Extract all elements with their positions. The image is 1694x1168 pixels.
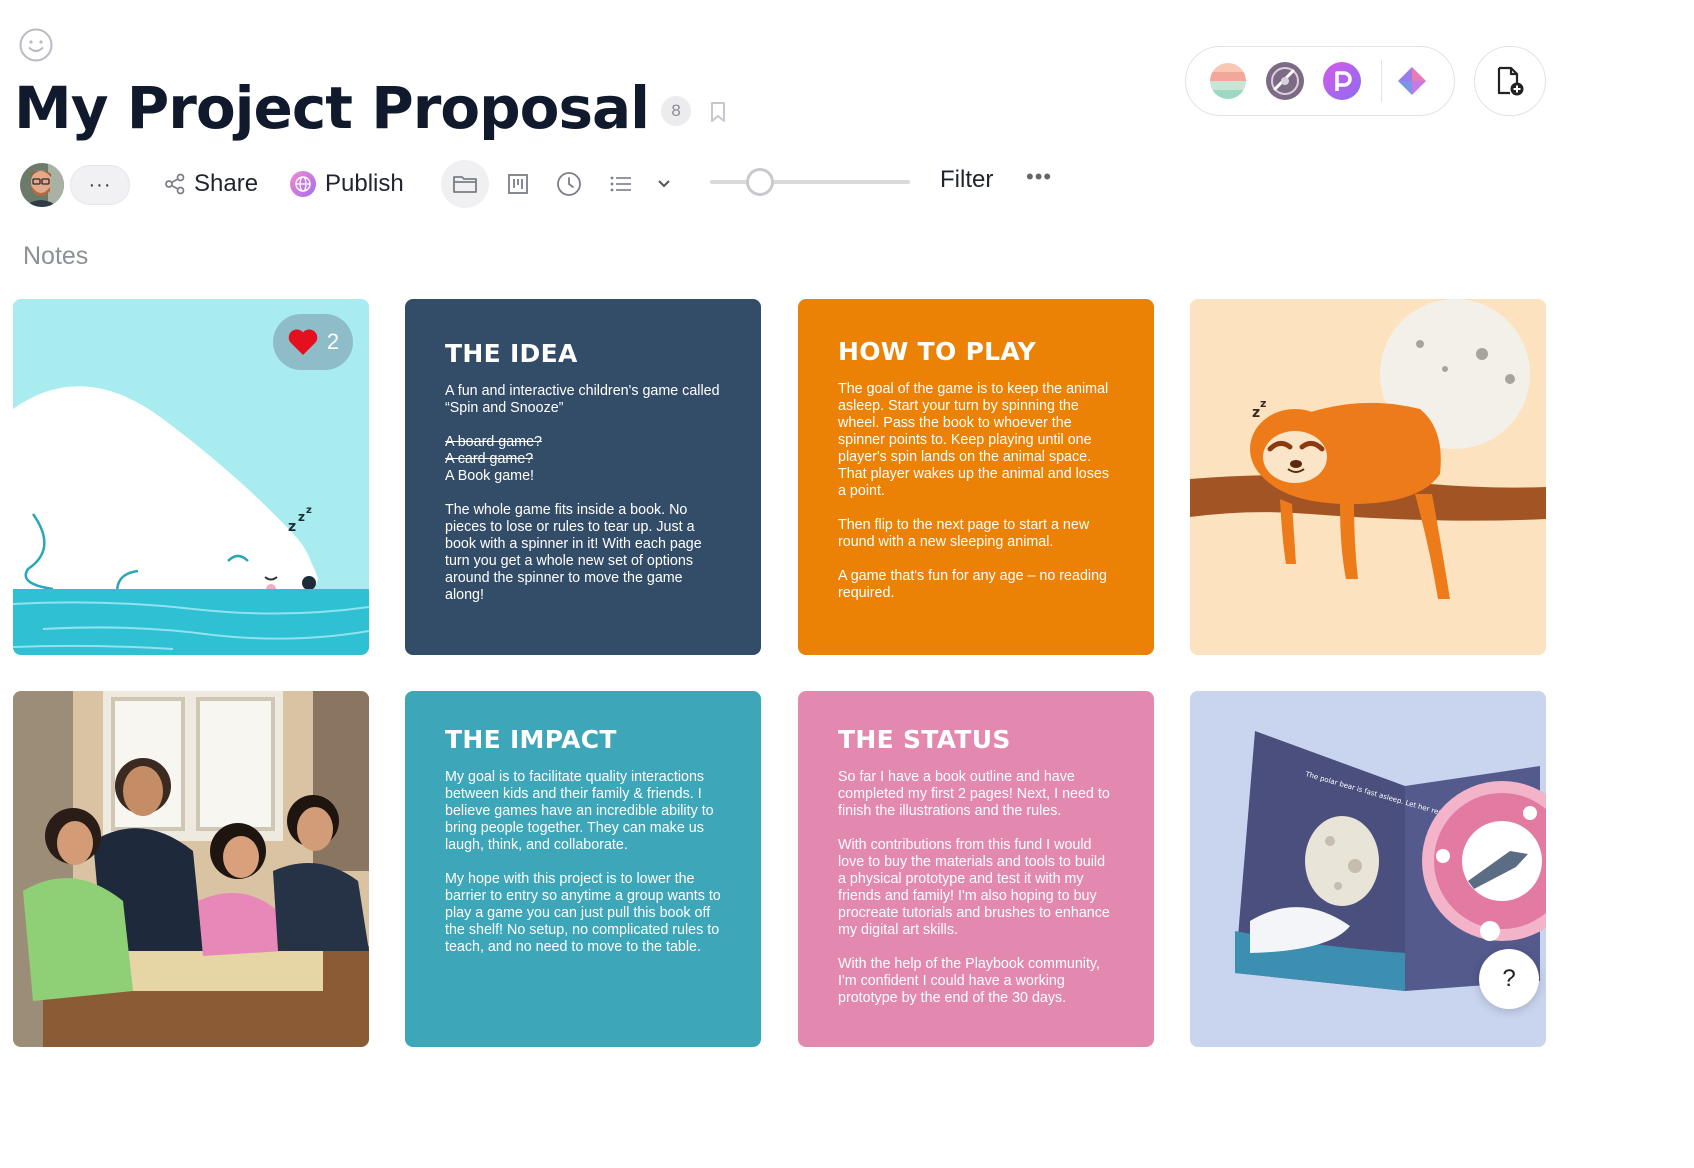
idea-struck-option-2: A card game? — [445, 451, 534, 467]
share-button[interactable]: Share — [164, 164, 258, 204]
heart-icon — [288, 329, 318, 355]
idea-options: A board game? A card game? A Book game! — [445, 434, 721, 485]
how-to-play-heading: HOW TO PLAY — [838, 337, 1037, 366]
integrations-bar — [1185, 46, 1455, 116]
tri-color-app-icon[interactable] — [1392, 61, 1432, 101]
integrations-divider — [1381, 60, 1382, 102]
impact-note-card[interactable]: THE IMPACT My goal is to facilitate qual… — [405, 691, 761, 1047]
idea-chosen-option: A Book game! — [445, 468, 535, 484]
list-view-button[interactable] — [597, 160, 645, 208]
globe-icon — [290, 171, 316, 197]
zoom-slider-handle[interactable] — [746, 168, 774, 196]
idea-struck-option-1: A board game? — [445, 434, 542, 450]
family-playing-board-game-photo — [13, 691, 369, 1047]
status-funding-plan: With contributions from this fund I woul… — [838, 837, 1110, 938]
svg-text:z: z — [288, 519, 296, 535]
how-to-play-next-round: Then flip to the next page to start a ne… — [838, 517, 1090, 550]
section-label: Notes — [23, 242, 89, 270]
zoom-slider[interactable] — [710, 168, 910, 196]
toolbar: ··· Share Publish Filter ••• — [20, 160, 1120, 208]
avatar[interactable] — [20, 163, 64, 207]
new-file-icon — [1497, 66, 1524, 96]
more-collaborators-button[interactable]: ··· — [70, 165, 130, 205]
chevron-down-icon — [658, 180, 670, 188]
add-emoji-icon[interactable] — [18, 27, 54, 63]
idea-intro: A fun and interactive children's game ca… — [445, 383, 720, 416]
view-dropdown-button[interactable] — [640, 160, 688, 208]
filter-button[interactable]: Filter — [940, 166, 993, 194]
how-to-play-rules: The goal of the game is to keep the anim… — [838, 381, 1109, 499]
share-label: Share — [194, 170, 259, 197]
status-note-card[interactable]: THE STATUS So far I have a book outline … — [798, 691, 1154, 1047]
idea-heading: THE IDEA — [445, 339, 578, 368]
polar-bear-image-card[interactable]: z z z 2 — [13, 299, 369, 655]
how-to-play-ages: A game that's fun for any age – no readi… — [838, 568, 1107, 601]
svg-text:z: z — [306, 505, 312, 516]
share-icon — [165, 173, 185, 195]
like-button[interactable]: 2 — [273, 314, 353, 370]
impact-goal: My goal is to facilitate quality interac… — [445, 769, 714, 853]
sloth-image-card[interactable]: z z — [1190, 299, 1546, 655]
idea-note-card[interactable]: THE IDEA A fun and interactive children'… — [405, 299, 761, 655]
how-to-play-note-card[interactable]: HOW TO PLAY The goal of the game is to k… — [798, 299, 1154, 655]
svg-text:z: z — [298, 510, 305, 524]
sloth-illustration: z z — [1190, 299, 1546, 655]
folder-icon — [453, 176, 477, 193]
svg-text:z: z — [1252, 405, 1260, 421]
board-icon — [508, 174, 528, 194]
idea-description: The whole game fits inside a book. No pi… — [445, 502, 702, 603]
impact-hope: My hope with this project is to lower th… — [445, 871, 721, 955]
more-options-button[interactable]: ••• — [1026, 164, 1052, 190]
help-button[interactable]: ? — [1479, 949, 1539, 1009]
bookmark-icon[interactable] — [709, 101, 727, 123]
item-count-badge: 8 — [661, 96, 692, 126]
publish-button[interactable]: Publish — [289, 164, 404, 204]
list-icon — [610, 176, 631, 192]
family-photo-card[interactable] — [13, 691, 369, 1047]
title-row: My Project Proposal 8 — [14, 70, 727, 146]
status-heading: THE STATUS — [838, 725, 1011, 754]
like-count: 2 — [326, 329, 340, 354]
add-page-button[interactable] — [1474, 46, 1546, 116]
impact-heading: THE IMPACT — [445, 725, 617, 754]
folder-view-button[interactable] — [441, 160, 489, 208]
status-confidence: With the help of the Playbook community,… — [838, 956, 1100, 1006]
pastel-stripes-app-icon[interactable] — [1208, 61, 1248, 101]
page-title[interactable]: My Project Proposal — [14, 70, 650, 146]
status-progress: So far I have a book outline and have co… — [838, 769, 1110, 819]
publish-label: Publish — [325, 170, 404, 197]
vinyl-app-icon[interactable] — [1265, 61, 1305, 101]
p-app-icon[interactable] — [1322, 61, 1362, 101]
clock-icon — [557, 172, 581, 196]
svg-text:z: z — [1260, 397, 1266, 410]
board-view-button[interactable] — [494, 160, 542, 208]
timeline-view-button[interactable] — [545, 160, 593, 208]
